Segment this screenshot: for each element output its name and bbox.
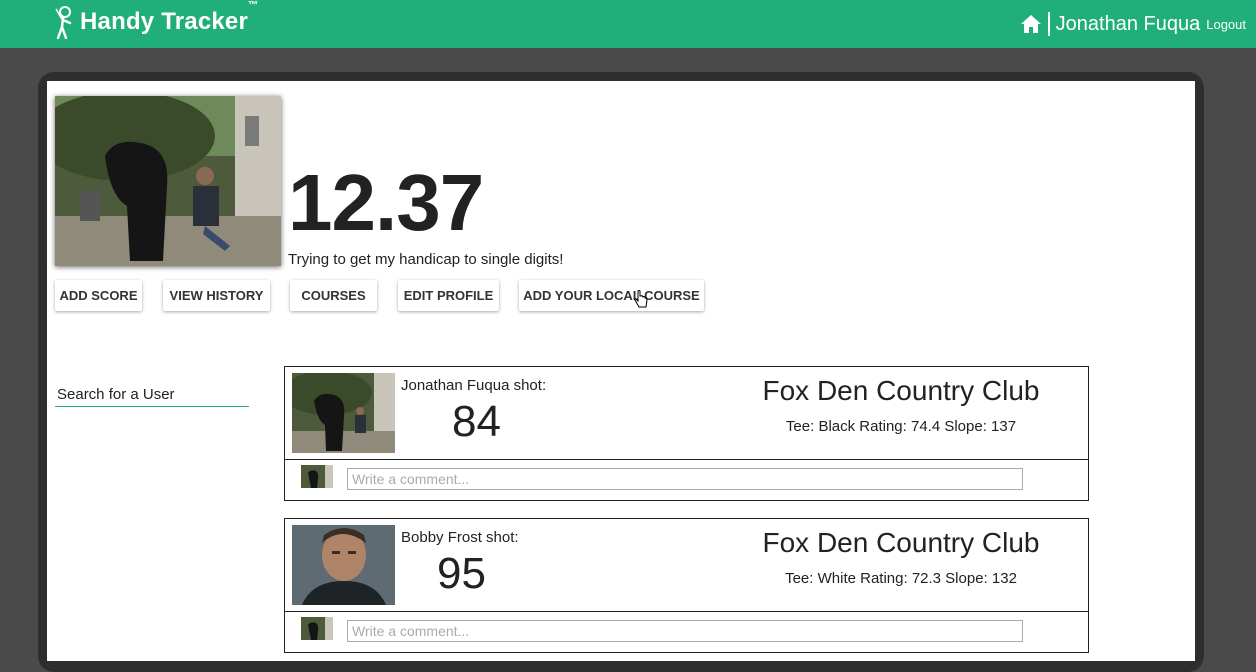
brand-logo[interactable]: Handy Tracker™ bbox=[50, 0, 259, 40]
post-user-photo bbox=[292, 373, 395, 453]
feed-post: Bobby Frost shot: 95 Fox Den Country Clu… bbox=[284, 518, 1089, 653]
post-shot-label: Bobby Frost shot: bbox=[401, 529, 519, 546]
post-score: 95 bbox=[437, 549, 486, 598]
post-shot-label: Jonathan Fuqua shot: bbox=[401, 377, 547, 394]
comment-avatar bbox=[301, 617, 333, 640]
nav-right: Jonathan Fuqua Logout bbox=[1020, 10, 1246, 38]
search-user-input[interactable] bbox=[55, 382, 249, 407]
comment-row bbox=[285, 460, 1088, 500]
profile-bio: Trying to get my handicap to single digi… bbox=[288, 251, 564, 268]
post-tee-info: Tee: White Rating: 72.3 Slope: 132 bbox=[785, 570, 1017, 587]
post-tee-info: Tee: Black Rating: 74.4 Slope: 137 bbox=[785, 418, 1017, 435]
edit-profile-button[interactable]: EDIT PROFILE bbox=[398, 280, 499, 311]
hand-cursor-icon bbox=[634, 290, 648, 308]
logout-link[interactable]: Logout bbox=[1206, 17, 1246, 32]
top-navbar: Handy Tracker™ Jonathan Fuqua Logout bbox=[0, 0, 1256, 48]
home-icon[interactable] bbox=[1020, 14, 1042, 34]
courses-button[interactable]: COURSES bbox=[290, 280, 377, 311]
post-course-name[interactable]: Fox Den Country Club bbox=[725, 375, 1077, 407]
post-score: 84 bbox=[452, 397, 501, 446]
post-user-photo bbox=[292, 525, 395, 605]
add-score-button[interactable]: ADD SCORE bbox=[55, 280, 142, 311]
view-history-button[interactable]: VIEW HISTORY bbox=[163, 280, 270, 311]
post-body: Jonathan Fuqua shot: 84 Fox Den Country … bbox=[285, 367, 1088, 460]
nav-divider bbox=[1047, 12, 1050, 36]
comment-avatar bbox=[301, 465, 333, 488]
golfer-icon bbox=[55, 6, 72, 39]
profile-photo bbox=[55, 96, 281, 266]
post-course-name[interactable]: Fox Den Country Club bbox=[725, 527, 1077, 559]
handicap-value: 12.37 bbox=[288, 158, 484, 247]
comment-input[interactable] bbox=[347, 468, 1023, 490]
nav-username[interactable]: Jonathan Fuqua bbox=[1056, 13, 1201, 36]
feed-post: Jonathan Fuqua shot: 84 Fox Den Country … bbox=[284, 366, 1089, 501]
brand-name: Handy Tracker™ bbox=[80, 0, 259, 35]
add-local-course-button[interactable]: ADD YOUR LOCAL COURSE bbox=[519, 280, 704, 311]
comment-row bbox=[285, 612, 1088, 652]
post-body: Bobby Frost shot: 95 Fox Den Country Clu… bbox=[285, 519, 1088, 612]
comment-input[interactable] bbox=[347, 620, 1023, 642]
